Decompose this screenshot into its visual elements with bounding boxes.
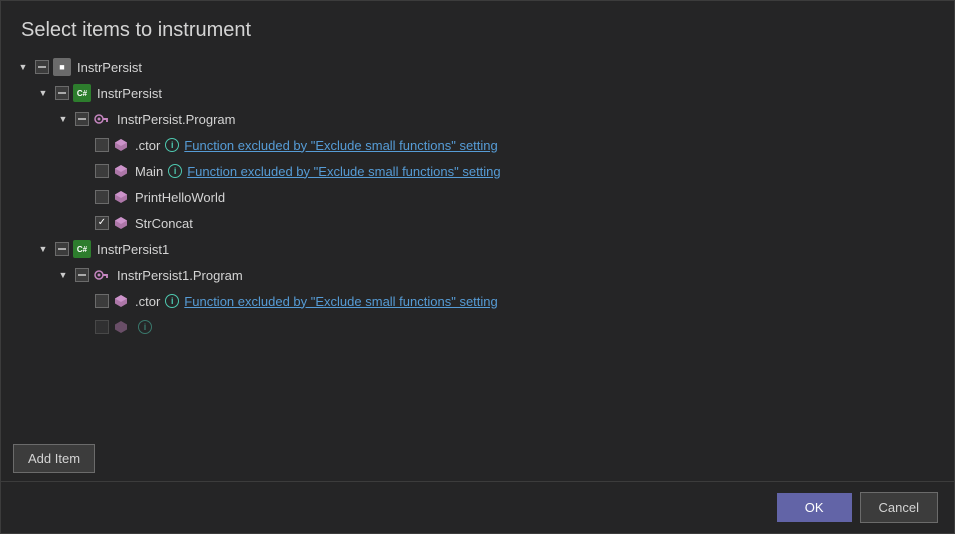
toolbar: Add Item [1,436,954,481]
tree-node-label: InstrPersist1.Program [117,268,243,283]
tree-node-label: InstrPersist.Program [117,112,235,127]
add-item-button[interactable]: Add Item [13,444,95,473]
class-cs-icon: C# [73,240,91,258]
collapse-arrow[interactable] [55,111,71,127]
collapse-arrow[interactable] [35,85,51,101]
tree-row: C# InstrPersist1 [11,236,954,262]
tree-node-label: InstrPersist [77,60,142,75]
tree-row: ■ InstrPersist [11,54,954,80]
method-icon [113,215,129,231]
class-cs-icon: C# [73,84,91,102]
collapse-arrow[interactable] [15,59,31,75]
checkbox-ctor1[interactable] [95,138,109,152]
tree-node-label: PrintHelloWorld [135,190,225,205]
tree-scroll[interactable]: ■ InstrPersist C# InstrPersist [11,54,954,432]
checkbox-instrpersist1-program[interactable] [75,268,89,282]
checkbox-instrpersist1-class[interactable] [55,242,69,256]
info-icon: i [165,294,179,308]
collapse-arrow[interactable] [55,267,71,283]
method-icon [113,163,129,179]
tree-row: Main i Function excluded by "Exclude sma… [11,158,954,184]
checkbox-partial[interactable] [95,320,109,334]
select-items-dialog: Select items to instrument ■ InstrPersis… [0,0,955,534]
tree-container: ■ InstrPersist C# InstrPersist [1,54,954,436]
exclude-link[interactable]: Function excluded by "Exclude small func… [187,164,500,179]
exclude-link[interactable]: Function excluded by "Exclude small func… [184,138,497,153]
checkbox-strconcat[interactable] [95,216,109,230]
tree-row: InstrPersist1.Program [11,262,954,288]
namespace-icon [93,266,111,284]
tree-node-label: Main [135,164,163,179]
checkbox-main[interactable] [95,164,109,178]
exclude-link[interactable]: Function excluded by "Exclude small func… [184,294,497,309]
tree-node-label: InstrPersist [97,86,162,101]
tree-row: PrintHelloWorld [11,184,954,210]
info-icon: i [165,138,179,152]
checkbox-printhelloworld[interactable] [95,190,109,204]
method-icon [113,319,129,335]
assembly-icon: ■ [53,58,71,76]
tree-row: C# InstrPersist [11,80,954,106]
method-icon [113,137,129,153]
tree-row: .ctor i Function excluded by "Exclude sm… [11,132,954,158]
ok-button[interactable]: OK [777,493,852,522]
tree-node-label: .ctor [135,138,160,153]
info-icon: i [138,320,152,334]
dialog-footer: OK Cancel [1,481,954,533]
tree-row: i [11,314,954,340]
checkbox-instrpersist-program[interactable] [75,112,89,126]
tree-row: StrConcat [11,210,954,236]
method-icon [113,293,129,309]
checkbox-instrpersist-class[interactable] [55,86,69,100]
checkbox-instrpersist-assembly[interactable] [35,60,49,74]
tree-row: InstrPersist.Program [11,106,954,132]
method-icon [113,189,129,205]
info-icon: i [168,164,182,178]
tree-node-label: InstrPersist1 [97,242,169,257]
tree-row: .ctor i Function excluded by "Exclude sm… [11,288,954,314]
tree-node-label: .ctor [135,294,160,309]
tree-node-label: StrConcat [135,216,193,231]
namespace-icon [93,110,111,128]
dialog-title: Select items to instrument [1,1,954,54]
cancel-button[interactable]: Cancel [860,492,938,523]
collapse-arrow[interactable] [35,241,51,257]
checkbox-ctor2[interactable] [95,294,109,308]
